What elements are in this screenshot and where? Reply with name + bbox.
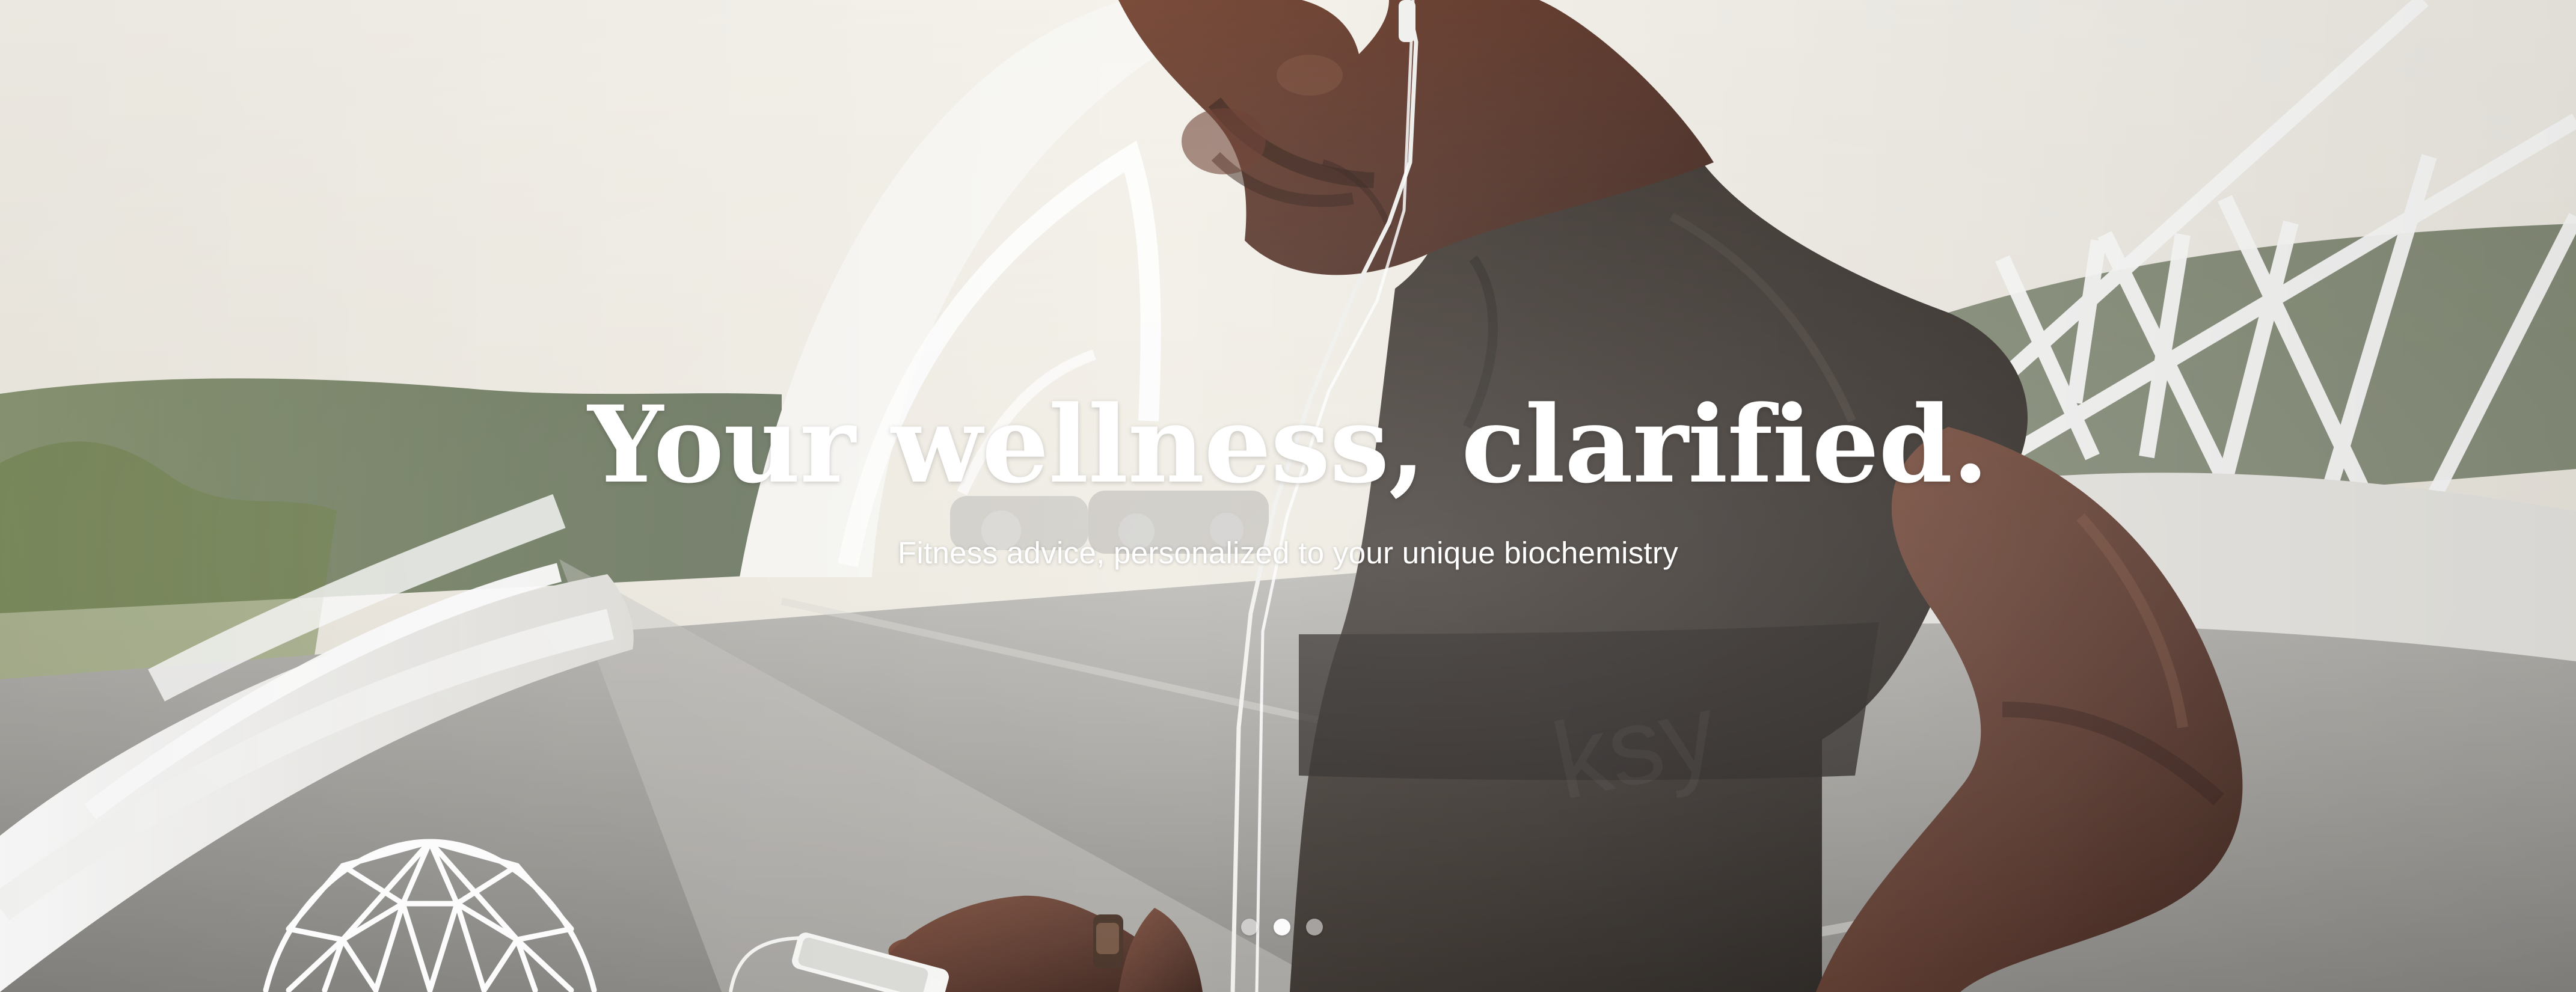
carousel-dot[interactable]: [1306, 919, 1323, 935]
geodesic-dome-icon: [253, 815, 607, 992]
carousel-dot[interactable]: [1241, 919, 1258, 935]
hero-section: ksy Your wellness, clarified. Fitness ad…: [0, 0, 2576, 992]
carousel-dot-active[interactable]: [1274, 919, 1290, 935]
carousel-dots: [1241, 919, 1323, 935]
